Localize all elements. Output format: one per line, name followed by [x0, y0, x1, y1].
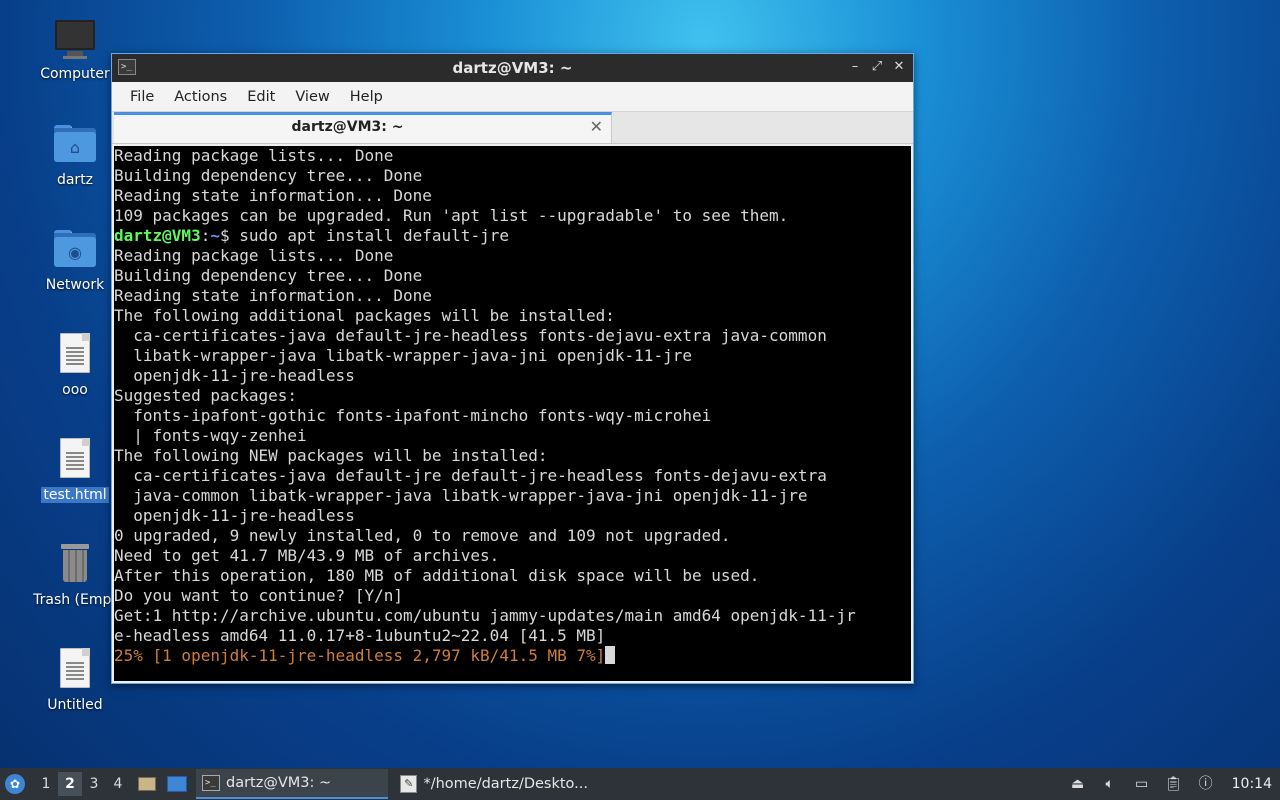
terminal-line: ca-certificates-java default-jre default…	[114, 466, 827, 485]
task-label: */home/dartz/Deskto...	[423, 776, 588, 792]
document-icon	[51, 435, 99, 483]
terminal-line: After this operation, 180 MB of addition…	[114, 566, 760, 585]
update-notifier-icon[interactable]: ⓘ	[1196, 774, 1216, 794]
terminal-line: | fonts-wqy-zenhei	[114, 426, 307, 445]
desktop-icon-label: dartz	[56, 172, 94, 188]
file-manager-icon	[138, 777, 156, 791]
desktop-icon-label: Trash (Empt	[33, 592, 117, 608]
menu-view[interactable]: View	[287, 85, 337, 109]
terminal-line: openjdk-11-jre-headless	[114, 366, 355, 385]
prompt-separator: :	[200, 226, 211, 245]
document-icon	[51, 645, 99, 693]
workspace-1[interactable]: 1	[34, 772, 58, 796]
desktop-icon-label: Computer	[40, 66, 110, 82]
menubar: File Actions Edit View Help	[112, 82, 913, 112]
home-folder-icon: ⌂	[51, 120, 99, 168]
minimize-icon[interactable]: –	[847, 57, 863, 77]
terminal-line: Do you want to continue? [Y/n]	[114, 586, 403, 605]
volume-icon[interactable]: 🔈︎	[1100, 774, 1120, 794]
network-folder-icon: ◉	[51, 225, 99, 273]
terminal-line: Get:1 http://archive.ubuntu.com/ubuntu j…	[114, 606, 856, 625]
tab-title: dartz@VM3: ~	[291, 119, 404, 135]
file-manager-launcher[interactable]	[134, 771, 160, 797]
window-title: dartz@VM3: ~	[452, 59, 573, 77]
document-icon	[51, 330, 99, 378]
show-desktop-launcher[interactable]	[164, 771, 190, 797]
eject-icon[interactable]: ⏏	[1068, 774, 1088, 794]
computer-icon	[51, 14, 99, 62]
tab-terminal[interactable]: dartz@VM3: ~ ✕	[114, 112, 612, 143]
window-titlebar[interactable]: >_ dartz@VM3: ~ – ⤢ ✕	[112, 54, 913, 82]
lubuntu-logo-icon: ✿	[5, 774, 25, 794]
clipboard-icon[interactable]: 📋︎	[1164, 774, 1184, 794]
desktop-icon-label: Untitled	[47, 697, 103, 713]
prompt-path: ~	[210, 226, 220, 245]
terminal-icon: >_	[202, 775, 220, 791]
desktop-icon-label: ooo	[62, 382, 88, 398]
terminal-prompt-line: dartz@VM3:~$ sudo apt install default-jr…	[114, 226, 911, 246]
terminal-output[interactable]: Reading package lists... Done Building d…	[114, 146, 911, 681]
taskbar: ✿ 1 2 3 4 >_ dartz@VM3: ~ ✎ */home/dartz…	[0, 768, 1280, 800]
terminal-line: fonts-ipafont-gothic fonts-ipafont-minch…	[114, 406, 712, 425]
menu-edit[interactable]: Edit	[239, 85, 283, 109]
desktop-icon-label: Network	[45, 277, 105, 293]
tab-close-icon[interactable]: ✕	[590, 117, 603, 136]
workspace-switcher: 1 2 3 4	[34, 772, 130, 796]
taskbar-task-terminal[interactable]: >_ dartz@VM3: ~	[196, 769, 388, 799]
task-label: dartz@VM3: ~	[226, 775, 332, 791]
close-icon[interactable]: ✕	[891, 57, 907, 77]
terminal-line: libatk-wrapper-java libatk-wrapper-java-…	[114, 346, 692, 365]
desktop-icon-label: test.html	[41, 487, 109, 503]
prompt-symbol: $	[219, 226, 240, 245]
terminal-line: Need to get 41.7 MB/43.9 MB of archives.	[114, 546, 500, 565]
terminal-cursor	[605, 646, 616, 664]
terminal-progress-line: 25% [1 openjdk-11-jre-headless 2,797 kB/…	[114, 646, 911, 666]
trash-icon	[51, 540, 99, 588]
terminal-line: openjdk-11-jre-headless	[114, 506, 355, 525]
workspace-2[interactable]: 2	[58, 772, 82, 796]
workspace-3[interactable]: 3	[82, 772, 106, 796]
terminal-line: The following NEW packages will be insta…	[114, 446, 548, 465]
menu-actions[interactable]: Actions	[166, 85, 235, 109]
terminal-line: Building dependency tree... Done	[114, 166, 423, 185]
text-editor-icon: ✎	[400, 775, 418, 793]
terminal-line: Building dependency tree... Done	[114, 266, 423, 285]
terminal-line: Reading state information... Done	[114, 286, 432, 305]
clock[interactable]: 10:14	[1232, 776, 1272, 792]
terminal-line: 109 packages can be upgraded. Run 'apt l…	[114, 206, 789, 225]
prompt-user: dartz@VM3	[114, 226, 201, 245]
start-menu-button[interactable]: ✿	[0, 768, 30, 800]
system-tray: ⏏ 🔈︎ ▭ 📋︎ ⓘ 10:14	[1068, 768, 1280, 800]
maximize-icon[interactable]: ⤢	[869, 57, 885, 77]
show-desktop-icon	[167, 776, 187, 792]
menu-help[interactable]: Help	[342, 85, 391, 109]
tab-bar: dartz@VM3: ~ ✕	[112, 112, 913, 144]
taskbar-task-editor[interactable]: ✎ */home/dartz/Deskto...	[394, 769, 594, 799]
terminal-line: Reading package lists... Done	[114, 246, 394, 265]
terminal-line: Suggested packages:	[114, 386, 298, 405]
terminal-line: The following additional packages will b…	[114, 306, 615, 325]
terminal-line: 0 upgraded, 9 newly installed, 0 to remo…	[114, 526, 731, 545]
menu-file[interactable]: File	[122, 85, 162, 109]
download-progress-text: 25% [1 openjdk-11-jre-headless 2,797 kB/…	[114, 646, 606, 665]
terminal-line: ca-certificates-java default-jre-headles…	[114, 326, 827, 345]
terminal-line: java-common libatk-wrapper-java libatk-w…	[114, 486, 808, 505]
network-icon[interactable]: ▭	[1132, 774, 1152, 794]
terminal-window: >_ dartz@VM3: ~ – ⤢ ✕ File Actions Edit …	[111, 53, 914, 684]
workspace-4[interactable]: 4	[106, 772, 130, 796]
terminal-line: e-headless amd64 11.0.17+8-1ubuntu2~22.0…	[114, 626, 606, 645]
terminal-line: Reading state information... Done	[114, 186, 432, 205]
prompt-command: sudo apt install default-jre	[239, 226, 509, 245]
terminal-line: Reading package lists... Done	[114, 146, 394, 165]
